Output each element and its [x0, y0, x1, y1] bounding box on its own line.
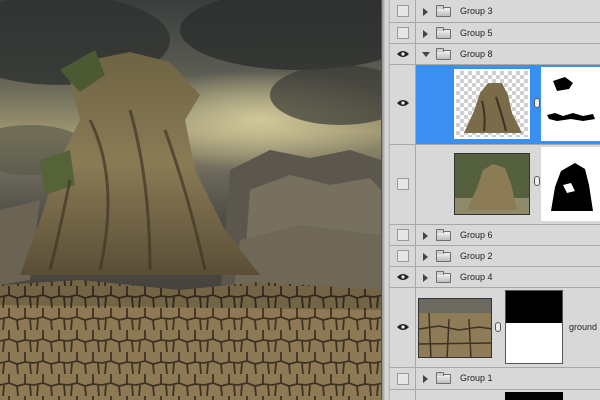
layer-mask-thumbnail[interactable] [505, 290, 563, 364]
layer-group-3[interactable]: Group 3 [390, 0, 600, 23]
visibility-off-box[interactable] [397, 178, 409, 190]
visibility-toggle[interactable] [390, 390, 416, 400]
mask-black-region [506, 291, 562, 323]
visibility-toggle[interactable] [390, 65, 416, 144]
eye-icon[interactable] [397, 50, 409, 58]
expand-arrow-icon[interactable] [423, 375, 428, 383]
folder-icon [436, 48, 451, 60]
eye-icon[interactable] [397, 323, 409, 331]
layer-label: Group 3 [460, 6, 493, 16]
visibility-off-box[interactable] [397, 27, 409, 39]
layer-label: ground [569, 322, 598, 332]
layer-group-6[interactable]: Group 6 [390, 225, 600, 246]
visibility-off-box[interactable] [397, 5, 409, 17]
expand-arrow-icon[interactable] [423, 274, 428, 282]
layers-panel: Group 3 Group 5 Group 8 Group 6 Group 2 … [390, 0, 600, 400]
folder-icon [436, 372, 451, 384]
visibility-toggle[interactable] [390, 0, 416, 22]
layer-thumbnail[interactable] [454, 153, 530, 215]
visibility-toggle[interactable] [390, 44, 416, 64]
tree-thumbnail-image [464, 83, 522, 133]
tree-photo-thumbnail [455, 154, 529, 214]
document-canvas[interactable] [0, 0, 381, 400]
visibility-toggle[interactable] [390, 225, 416, 245]
expand-arrow-icon[interactable] [423, 253, 428, 261]
layer-label: Group 8 [460, 49, 493, 59]
layer-group-4[interactable]: Group 4 [390, 267, 600, 288]
expand-arrow-icon[interactable] [423, 30, 428, 38]
mask-shape [547, 77, 595, 121]
layer-group-1[interactable]: Group 1 [390, 368, 600, 390]
layer-tree-original[interactable] [390, 145, 600, 225]
visibility-off-box[interactable] [397, 229, 409, 241]
folder-icon [436, 27, 451, 39]
eye-icon[interactable] [397, 99, 409, 107]
layer-mask-thumbnail[interactable] [505, 392, 563, 400]
expand-arrow-icon[interactable] [423, 8, 428, 16]
visibility-off-box[interactable] [397, 250, 409, 262]
layer-thumbnail[interactable] [454, 69, 530, 139]
layer-tree-cutout[interactable] [390, 65, 600, 145]
visibility-toggle[interactable] [390, 246, 416, 266]
mask-link-icon[interactable] [534, 98, 540, 108]
layer-group-5[interactable]: Group 5 [390, 23, 600, 44]
mask-link-icon[interactable] [534, 176, 540, 186]
visibility-toggle[interactable] [390, 145, 416, 224]
ground-photo-thumbnail [419, 299, 491, 357]
layer-partial[interactable] [390, 390, 600, 400]
mask-shape [551, 163, 593, 211]
visibility-off-box[interactable] [397, 373, 409, 385]
collapse-arrow-icon[interactable] [422, 52, 430, 57]
layer-thumbnail[interactable] [418, 298, 492, 358]
mask-link-icon[interactable] [495, 322, 501, 332]
expand-arrow-icon[interactable] [423, 232, 428, 240]
layer-group-2[interactable]: Group 2 [390, 246, 600, 267]
visibility-toggle[interactable] [390, 368, 416, 389]
layer-label: Group 5 [460, 28, 493, 38]
folder-icon [436, 250, 451, 262]
layer-ground[interactable]: ground [390, 288, 600, 368]
layer-mask-thumbnail[interactable] [541, 147, 600, 221]
folder-icon [436, 271, 451, 283]
layer-label: Group 4 [460, 272, 493, 282]
layer-mask-thumbnail[interactable] [541, 67, 600, 141]
canvas-artwork [0, 0, 381, 400]
eye-icon[interactable] [397, 273, 409, 281]
folder-icon [436, 5, 451, 17]
layer-label: Group 6 [460, 230, 493, 240]
layer-label: Group 2 [460, 251, 493, 261]
layer-label: Group 1 [460, 373, 493, 383]
folder-icon [436, 229, 451, 241]
visibility-toggle[interactable] [390, 288, 416, 367]
visibility-toggle[interactable] [390, 267, 416, 287]
visibility-toggle[interactable] [390, 23, 416, 43]
layer-group-8[interactable]: Group 8 [390, 44, 600, 65]
